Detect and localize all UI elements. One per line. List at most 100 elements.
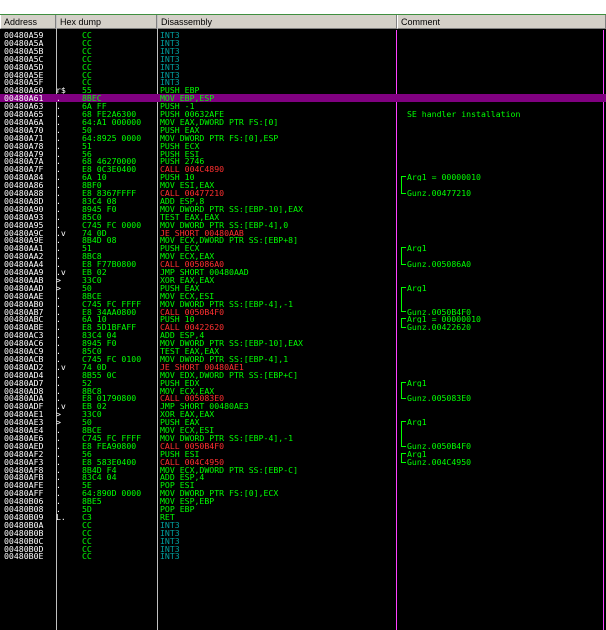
code-row[interactable]: 00480AB0. C745 FC FFFF MOV DWORD PTR SS:[E… (0, 300, 606, 308)
column-header-comment[interactable]: Comment (397, 15, 606, 29)
code-row[interactable]: 00480A86. 8BF0 MOV ESI,EAX (0, 181, 606, 189)
code-row[interactable]: 00480AE6. C745 FC FFFF MOV DWORD PTR SS:[E… (0, 434, 606, 442)
row-flow-marker: . (56, 331, 61, 340)
code-row[interactable]: 00480A65. 68 FE2A6300 PUSH 00632AFE SE hand… (0, 110, 606, 118)
row-hex-bytes: 8BF0 (82, 181, 102, 190)
code-row[interactable]: 00480A5B CC INT3 (0, 47, 606, 55)
code-row[interactable]: 00480AFE. 5E POP ESI (0, 481, 606, 489)
row-hex-bytes: 83C4 08 (82, 196, 117, 205)
code-row[interactable]: 00480A7F. E8 0C3E0400 CALL 004C4890 (0, 165, 606, 173)
row-address: 00480A59 (4, 31, 44, 39)
code-row[interactable]: 00480B0D CC INT3 (0, 545, 606, 553)
row-instruction: INT3 (160, 70, 180, 79)
code-row[interactable]: 00480B0C CC INT3 (0, 537, 606, 545)
code-row[interactable]: 00480A70. 50 PUSH EAX (0, 126, 606, 134)
code-row[interactable]: 00480AC3. 83C4 04 ADD ESP,4 (0, 331, 606, 339)
code-row[interactable]: 00480B0E CC INT3 (0, 552, 606, 560)
code-row[interactable]: 00480B0A CC INT3 (0, 521, 606, 529)
row-instruction: PUSH EAX (160, 125, 200, 134)
code-row[interactable]: 00480AF3. E8 583E0400 CALL 004C4950 Gunz.00… (0, 458, 606, 466)
row-address: 00480A63 (4, 102, 44, 111)
row-hex-bytes: E8 8367FFFF (82, 189, 137, 197)
code-row[interactable]: 00480A61. 8BEC MOV EBP,ESP (0, 94, 606, 102)
code-row[interactable]: 00480A5D CC INT3 (0, 63, 606, 71)
code-row[interactable]: 00480AAE. 8BCE MOV ECX,ESI (0, 292, 606, 300)
code-row[interactable]: 00480A90. 8945 F0 MOV DWORD PTR SS:[EBP-10… (0, 205, 606, 213)
code-row[interactable]: 00480A60 r$ 55 PUSH EBP (0, 86, 606, 94)
row-address: 00480AD7 (4, 378, 44, 387)
row-instruction: XOR EAX,EAX (160, 275, 215, 284)
code-row[interactable]: 00480A71. 64:8925 0000 MOV DWORD PTR FS:[0… (0, 134, 606, 142)
code-row[interactable]: 00480A78. 51 PUSH ECX (0, 142, 606, 150)
code-row[interactable]: 00480A5C CC INT3 (0, 55, 606, 63)
disassembly-listing[interactable]: 00480A59 CC INT3 00480A5A CC INT3 00480A5B CC IN… (0, 30, 606, 630)
code-row[interactable]: 00480A9E. 8B4D 08 MOV ECX,DWORD PTR SS:[EB… (0, 236, 606, 244)
row-hex-bytes: EB 02 (82, 268, 107, 276)
row-address: 00480B0E (4, 552, 44, 561)
row-address: 00480AA1 (4, 244, 44, 253)
code-row[interactable]: 00480A88. E8 8367FFFF CALL 00477210 Gunz.00… (0, 189, 606, 197)
row-address: 00480A5C (4, 54, 44, 63)
row-flow-marker: . (56, 125, 61, 134)
code-row[interactable]: 00480A63. 6A FF PUSH -1 (0, 102, 606, 110)
code-row[interactable]: 00480AA2. 8BC8 MOV ECX,EAX (0, 252, 606, 260)
row-address: 00480ABC (4, 315, 44, 324)
code-row[interactable]: 00480A84. 6A 10 PUSH 10 Arg1 = 00000010 (0, 173, 606, 181)
code-row[interactable]: 00480AE3 >50 PUSH EAX Arg1 (0, 418, 606, 426)
row-instruction: TEST EAX,EAX (160, 212, 220, 221)
code-row[interactable]: 00480AD4. 8B55 0C MOV EDX,DWORD PTR SS:[EB… (0, 371, 606, 379)
code-row[interactable]: 00480A6A. 64:A1 000000 MOV EAX,DWORD PTR F… (0, 118, 606, 126)
code-row[interactable]: 00480AA4. E8 F77B0800 CALL 005086A0 Gunz.00… (0, 260, 606, 268)
row-instruction: INT3 (160, 536, 180, 545)
code-row[interactable]: 00480A8D. 83C4 08 ADD ESP,8 (0, 197, 606, 205)
code-row[interactable]: 00480ABE. E8 5D1BFAFF CALL 00422620 Gunz.00… (0, 323, 606, 331)
code-row[interactable]: 00480A79. 56 PUSH ESI (0, 150, 606, 158)
code-row[interactable]: 00480B08. 5D POP EBP (0, 505, 606, 513)
code-row[interactable]: 00480AC9. 85C0 TEST EAX,EAX (0, 347, 606, 355)
code-row[interactable]: 00480B0B CC INT3 (0, 529, 606, 537)
code-row[interactable]: 00480AFF. 64:890D 0000 MOV DWORD PTR FS:[0… (0, 489, 606, 497)
code-row[interactable]: 00480A7A. 68 46270000 PUSH 2746 (0, 157, 606, 165)
code-row[interactable]: 00480AF8. 8B4D F4 MOV ECX,DWORD PTR SS:[EB… (0, 466, 606, 474)
code-row[interactable]: 00480A5E CC INT3 (0, 71, 606, 79)
code-row[interactable]: 00480A9C .v 74 0D JE SHORT 00480AAB (0, 229, 606, 237)
row-instruction: INT3 (160, 46, 180, 55)
row-address: 00480A95 (4, 220, 44, 229)
code-row[interactable]: 00480AAB >33C0 XOR EAX,EAX (0, 276, 606, 284)
row-hex-bytes: E8 01790800 (82, 394, 137, 403)
row-comment: SE handler installation (407, 110, 521, 118)
code-row[interactable]: 00480A95. C745 FC 0000 MOV DWORD PTR SS:[E… (0, 221, 606, 229)
code-row[interactable]: 00480ABC. 6A 10 PUSH 10 Arg1 = 00000010 (0, 315, 606, 323)
code-row[interactable]: 00480AE4. 8BCE MOV ECX,ESI (0, 426, 606, 434)
row-flow-marker: > (56, 275, 61, 284)
column-header-address[interactable]: Address (0, 15, 56, 29)
row-hex-bytes: CC (82, 70, 92, 79)
code-row[interactable]: 00480AF2. 56 PUSH ESI Arg1 (0, 450, 606, 458)
code-row[interactable]: 00480ADF .v EB 02 JMP SHORT 00480AE3 (0, 402, 606, 410)
row-hex-bytes: 5D (82, 505, 92, 513)
code-row[interactable]: 00480A5A CC INT3 (0, 39, 606, 47)
code-row[interactable]: 00480AD8. 8BC8 MOV ECX,EAX (0, 387, 606, 395)
code-row[interactable]: 00480AC6. 8945 F0 MOV DWORD PTR SS:[EBP-10… (0, 339, 606, 347)
column-header-hex-dump[interactable]: Hex dump (56, 15, 157, 29)
code-row[interactable]: 00480ACB. C745 FC 0100 MOV DWORD PTR SS:[E… (0, 355, 606, 363)
code-row[interactable]: 00480A59 CC INT3 (0, 31, 606, 39)
code-row[interactable]: 00480B06. 8BE5 MOV ESP,EBP (0, 497, 606, 505)
code-row[interactable]: 00480AAD >50 PUSH EAX Arg1 (0, 284, 606, 292)
code-row[interactable]: 00480AE1 >33C0 XOR EAX,EAX (0, 410, 606, 418)
code-row[interactable]: 00480AA9 .v EB 02 JMP SHORT 00480AAD (0, 268, 606, 276)
code-row[interactable]: 00480AD2 .v 74 0D JE SHORT 00480AE1 (0, 363, 606, 371)
row-flow-marker: > (56, 283, 61, 292)
row-flow-marker: .v (56, 268, 66, 276)
code-row[interactable]: 00480AED. E8 FEA90800 CALL 0050B4F0 Gunz.00… (0, 442, 606, 450)
code-row[interactable]: 00480AFB. 83C4 04 ADD ESP,4 (0, 473, 606, 481)
code-row[interactable]: 00480AD7. 52 PUSH EDX Arg1 (0, 379, 606, 387)
column-header-disassembly[interactable]: Disassembly (157, 15, 397, 29)
code-row[interactable]: 00480ADA. E8 01790800 CALL 005083E0 Gunz.00… (0, 394, 606, 402)
code-row[interactable]: 00480B09 L. C3 RET (0, 513, 606, 521)
code-row[interactable]: 00480A5F CC INT3 (0, 78, 606, 86)
code-row[interactable]: 00480AB7. E8 34AA0800 CALL 0050B4F0 Gunz.00… (0, 308, 606, 316)
row-address: 00480AF3 (4, 457, 44, 466)
code-row[interactable]: 00480AA1. 51 PUSH ECX Arg1 (0, 244, 606, 252)
code-row[interactable]: 00480A93. 85C0 TEST EAX,EAX (0, 213, 606, 221)
